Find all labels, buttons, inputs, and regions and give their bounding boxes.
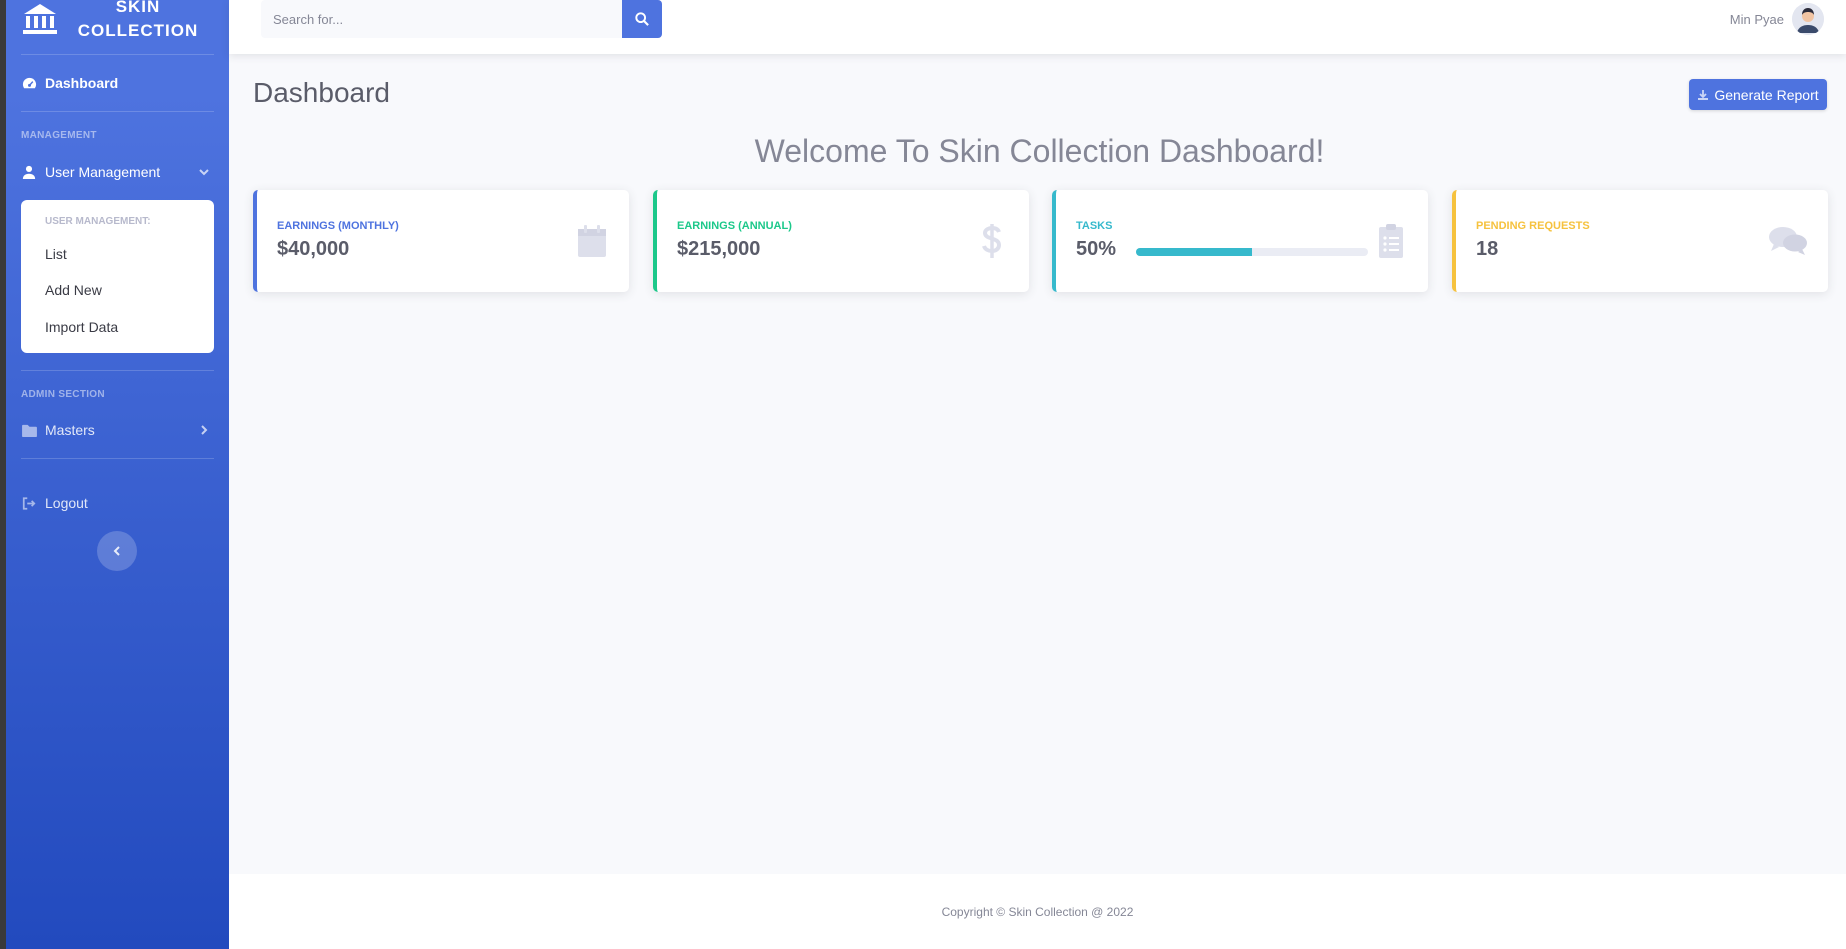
calendar-icon [575,222,609,260]
sidebar-heading-admin: ADMIN SECTION [21,389,105,400]
earnings-monthly-card: EARNINGS (MONTHLY) $40,000 [253,190,629,292]
sidebar-item-label: Masters [45,422,95,438]
folder-icon [21,422,37,438]
brand-name: SKIN COLLECTION [68,0,208,43]
sidebar-item-logout[interactable]: Logout [6,483,229,523]
sidebar-item-label: User Management [45,164,161,180]
sidebar-item-label: Dashboard [45,75,119,91]
dollar-icon [975,222,1009,260]
welcome-heading: Welcome To Skin Collection Dashboard! [754,133,1325,169]
tasks-card: TASKS 50% [1052,190,1428,292]
user-name: Min Pyae [1729,11,1784,27]
card-value: $215,000 [677,238,761,260]
sidebar-item-label: Logout [45,495,88,511]
bank-icon [23,4,57,34]
pending-requests-card: PENDING REQUESTS 18 [1452,190,1828,292]
clipboard-list-icon [1374,222,1408,260]
search-icon [635,12,649,26]
sidebar: SKIN COLLECTION Dashboard MANAGEMENT Use… [6,0,229,949]
footer: Copyright © Skin Collection @ 2022 [229,874,1846,949]
sidebar-item-masters[interactable]: Masters [6,410,229,450]
user-management-submenu: USER MANAGEMENT: List Add New Import Dat… [21,200,214,353]
avatar [1792,3,1824,35]
card-value: 18 [1476,238,1499,260]
comments-icon [1768,222,1808,260]
card-label: EARNINGS (ANNUAL) [677,220,792,232]
earnings-annual-card: EARNINGS (ANNUAL) $215,000 [653,190,1029,292]
submenu-item-add-new[interactable]: Add New [29,275,206,305]
sidebar-toggle-button[interactable] [97,531,137,571]
brand-line-2: COLLECTION [77,21,199,40]
tasks-progress-bar [1136,248,1368,256]
tasks-progress-fill [1136,248,1252,256]
card-label: EARNINGS (MONTHLY) [277,220,399,232]
search-input[interactable] [261,0,622,38]
user-dropdown[interactable]: Min Pyae [1730,2,1824,36]
sidebar-divider [21,370,214,371]
page-title: Dashboard [253,77,390,108]
sidebar-item-dashboard[interactable]: Dashboard [6,63,229,103]
sidebar-brand[interactable]: SKIN COLLECTION [6,0,229,54]
sign-out-icon [21,495,37,511]
chevron-left-icon [113,546,120,556]
avatar-image [1792,3,1824,35]
download-icon [1698,89,1709,100]
sidebar-divider [21,458,214,459]
sidebar-heading-management: MANAGEMENT [21,130,97,141]
search-bar [261,0,662,38]
topbar: Min Pyae [229,0,1846,54]
search-button[interactable] [622,0,662,38]
card-value: 50% [1076,238,1117,260]
copyright-text: Copyright © Skin Collection @ 2022 [941,904,1134,919]
chevron-down-icon [199,169,209,176]
chevron-right-icon [201,425,208,435]
generate-report-button[interactable]: Generate Report [1689,79,1827,110]
submenu-item-list[interactable]: List [29,239,206,269]
submenu-header: USER MANAGEMENT: [45,216,151,227]
card-label: TASKS [1076,220,1113,232]
sidebar-divider [21,54,214,55]
sidebar-item-user-management[interactable]: User Management [6,152,229,192]
user-icon [21,164,37,180]
submenu-item-import-data[interactable]: Import Data [29,312,206,342]
card-label: PENDING REQUESTS [1476,220,1590,232]
brand-line-1: SKIN [115,0,161,16]
card-value: $40,000 [277,238,350,260]
tachometer-icon [21,75,37,91]
sidebar-divider [21,111,214,112]
generate-report-label: Generate Report [1714,86,1819,103]
